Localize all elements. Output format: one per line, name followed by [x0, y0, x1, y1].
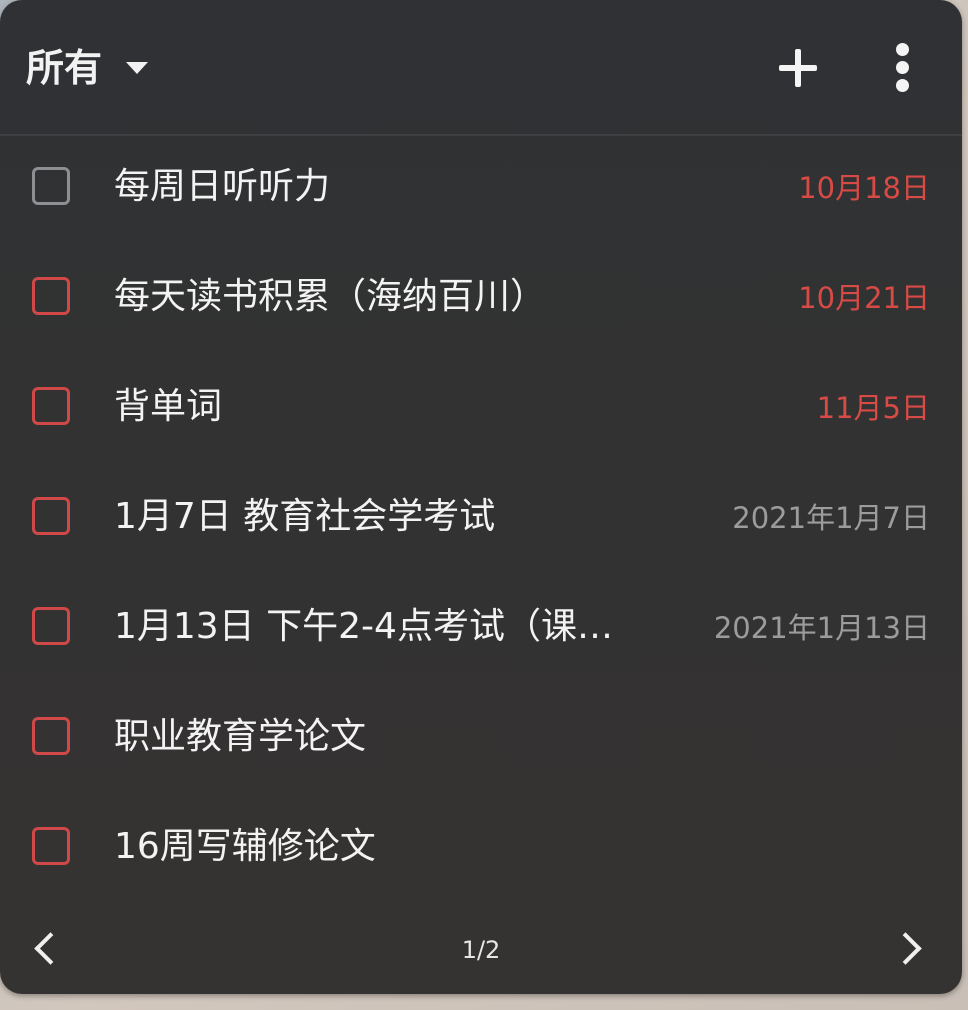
task-due-date: 10月18日	[798, 171, 930, 205]
task-due-date: 2021年1月7日	[732, 501, 930, 535]
task-checkbox[interactable]	[32, 387, 70, 425]
widget-header: 所有	[0, 0, 962, 136]
task-row[interactable]: 职业教育学论文	[0, 684, 962, 794]
next-page-button[interactable]	[884, 924, 934, 974]
task-title: 每天读书积累（海纳百川）	[114, 276, 547, 317]
task-row[interactable]: 每天读书积累（海纳百川） 10月21日	[0, 244, 962, 354]
task-row[interactable]: 16周写辅修论文	[0, 794, 962, 904]
task-checkbox[interactable]	[32, 277, 70, 315]
task-checkbox[interactable]	[32, 607, 70, 645]
task-title: 背单词	[114, 386, 223, 427]
task-row[interactable]: 1月7日 教育社会学考试 2021年1月7日	[0, 464, 962, 574]
list-filter-dropdown[interactable]: 所有	[26, 38, 149, 98]
task-list: 每周日听听力 10月18日 每天读书积累（海纳百川） 10月21日 背单词 11…	[0, 134, 962, 904]
add-task-button[interactable]	[766, 36, 830, 100]
todo-widget: 所有 每周日听听力 10月18日 每天读书积累（海纳百川） 10月21日 背单词…	[0, 0, 962, 994]
task-title: 1月13日 下午2-4点考试（课…	[114, 606, 613, 647]
page-indicator: 1/2	[461, 936, 501, 964]
task-title: 每周日听听力	[114, 166, 331, 207]
chevron-left-icon	[34, 932, 67, 965]
task-title: 16周写辅修论文	[114, 826, 376, 867]
task-row[interactable]: 每周日听听力 10月18日	[0, 134, 962, 244]
task-checkbox[interactable]	[32, 717, 70, 755]
task-title: 1月7日 教育社会学考试	[114, 496, 496, 537]
task-due-date: 11月5日	[816, 391, 930, 425]
pagination-bar: 1/2	[0, 910, 962, 990]
previous-page-button[interactable]	[20, 924, 70, 974]
task-title: 职业教育学论文	[114, 716, 367, 757]
caret-down-icon	[126, 62, 149, 74]
task-due-date: 10月21日	[798, 281, 930, 315]
task-checkbox[interactable]	[32, 827, 70, 865]
chevron-right-icon	[889, 932, 922, 965]
task-checkbox[interactable]	[32, 167, 70, 205]
task-row[interactable]: 背单词 11月5日	[0, 354, 962, 464]
task-row[interactable]: 1月13日 下午2-4点考试（课… 2021年1月13日	[0, 574, 962, 684]
task-checkbox[interactable]	[32, 497, 70, 535]
filter-label: 所有	[26, 46, 103, 90]
task-due-date: 2021年1月13日	[713, 611, 930, 645]
more-options-button[interactable]	[878, 36, 928, 100]
